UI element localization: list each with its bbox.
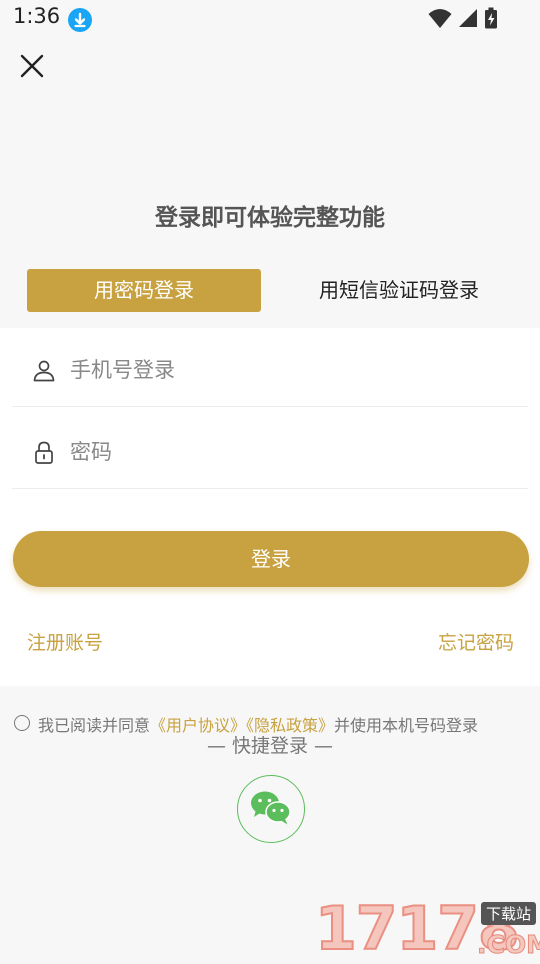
phone-input[interactable] bbox=[70, 350, 510, 390]
page-headline: 登录即可体验完整功能 bbox=[155, 205, 385, 231]
signal-icon bbox=[459, 9, 477, 27]
login-button[interactable]: 登录 bbox=[13, 531, 529, 587]
battery-charging-icon bbox=[485, 7, 497, 29]
status-time: 1:36 bbox=[13, 4, 61, 28]
agreement-checkbox[interactable] bbox=[14, 715, 30, 731]
wechat-login-button[interactable] bbox=[237, 775, 305, 843]
password-field-row bbox=[12, 410, 528, 489]
watermark-domain: .COM bbox=[477, 930, 540, 960]
phone-field-row bbox=[12, 328, 528, 407]
tab-password-login[interactable]: 用密码登录 bbox=[27, 269, 261, 312]
register-link[interactable]: 注册账号 bbox=[27, 628, 103, 655]
lock-icon bbox=[32, 440, 56, 464]
wifi-icon bbox=[428, 9, 452, 28]
tab-sms-login[interactable]: 用短信验证码登录 bbox=[282, 269, 516, 312]
watermark-tag: 下载站 bbox=[481, 902, 537, 925]
forgot-password-link[interactable]: 忘记密码 bbox=[438, 628, 514, 655]
status-bar: 1:36 bbox=[0, 0, 540, 36]
quick-login-label: — 快捷登录 — bbox=[206, 735, 334, 757]
wechat-icon bbox=[251, 791, 291, 825]
download-arrow-icon bbox=[68, 8, 92, 32]
status-icons bbox=[428, 6, 498, 30]
password-input[interactable] bbox=[70, 432, 510, 472]
user-icon bbox=[32, 358, 56, 382]
site-watermark: 17178 下载站 .COM bbox=[314, 897, 540, 961]
close-icon[interactable] bbox=[16, 50, 48, 82]
